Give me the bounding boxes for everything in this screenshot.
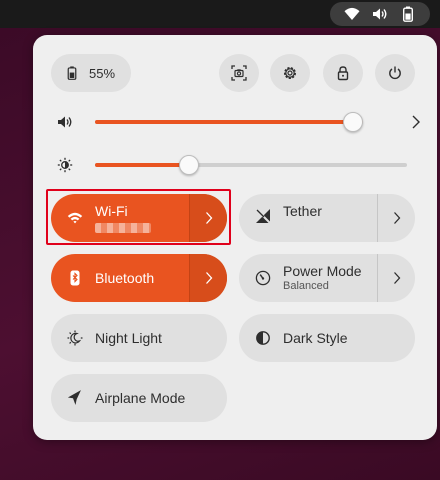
- chevron-right-icon: [393, 272, 400, 284]
- top-bar: [0, 0, 440, 28]
- battery-indicator[interactable]: 55%: [51, 54, 131, 92]
- bluetooth-tile-title: Bluetooth: [95, 269, 155, 286]
- night-light-tile-title: Night Light: [95, 329, 162, 346]
- bluetooth-toggle[interactable]: Bluetooth: [51, 254, 189, 302]
- battery-icon: [67, 66, 77, 80]
- wifi-tile-title: Wi-Fi: [95, 203, 128, 219]
- dark-style-tile[interactable]: Dark Style: [239, 314, 415, 362]
- wifi-icon: [67, 212, 83, 224]
- airplane-icon: [67, 390, 81, 406]
- settings-button[interactable]: [270, 54, 310, 92]
- wifi-toggle[interactable]: Wi-Fi: [51, 194, 189, 242]
- night-light-icon: [67, 330, 83, 346]
- wifi-tile: Wi-Fi: [51, 194, 227, 242]
- quick-settings-panel: 55% Wi-Fi Tether Bluetooth Power Mode Ba…: [33, 35, 437, 440]
- lock-icon: [337, 66, 349, 81]
- power-icon: [389, 66, 401, 80]
- brightness-icon: [57, 157, 73, 173]
- volume-slider-fill: [95, 120, 363, 124]
- night-light-toggle[interactable]: Night Light: [51, 314, 227, 362]
- dark-style-icon: [256, 331, 270, 345]
- brightness-slider[interactable]: [95, 155, 407, 175]
- chevron-right-icon[interactable]: [409, 113, 423, 131]
- bluetooth-menu-button[interactable]: [189, 254, 227, 302]
- volume-slider[interactable]: [95, 112, 363, 132]
- lock-button[interactable]: [323, 54, 363, 92]
- night-light-tile[interactable]: Night Light: [51, 314, 227, 362]
- tether-toggle[interactable]: Tether: [239, 194, 377, 242]
- dark-style-tile-title: Dark Style: [283, 329, 348, 346]
- battery-percent: 55%: [89, 65, 116, 81]
- chevron-right-icon: [393, 212, 400, 224]
- signal-off-icon: [255, 208, 271, 224]
- tether-menu-button[interactable]: [377, 194, 415, 242]
- brightness-slider-row: [57, 153, 413, 177]
- brightness-slider-knob[interactable]: [178, 155, 199, 175]
- system-tray[interactable]: [330, 2, 430, 26]
- volume-slider-row: [57, 110, 420, 134]
- power-mode-tile-subtitle: Balanced: [283, 280, 329, 292]
- power-mode-tile: Power Mode Balanced: [239, 254, 415, 302]
- screenshot-icon: [231, 65, 247, 81]
- chevron-right-icon: [205, 212, 212, 224]
- power-button[interactable]: [375, 54, 415, 92]
- chevron-right-icon: [205, 272, 212, 284]
- wifi-network-name-redacted: [95, 223, 151, 233]
- gear-icon: [284, 67, 296, 79]
- power-mode-toggle[interactable]: Power Mode Balanced: [239, 254, 377, 302]
- bluetooth-icon: [70, 270, 80, 286]
- volume-slider-knob[interactable]: [343, 112, 363, 132]
- power-mode-menu-button[interactable]: [377, 254, 415, 302]
- volume-icon: [373, 8, 387, 20]
- bluetooth-tile: Bluetooth: [51, 254, 227, 302]
- volume-icon: [58, 116, 72, 128]
- power-mode-tile-title: Power Mode: [283, 263, 362, 279]
- wifi-icon: [344, 7, 360, 20]
- wifi-menu-button[interactable]: [189, 194, 227, 242]
- battery-icon: [403, 6, 414, 22]
- tether-tile-title: Tether: [283, 203, 322, 219]
- airplane-mode-tile-title: Airplane Mode: [95, 389, 186, 406]
- tether-tile: Tether: [239, 194, 415, 242]
- brightness-slider-fill: [95, 163, 189, 167]
- screenshot-button[interactable]: [219, 54, 259, 92]
- speedometer-icon: [255, 270, 271, 286]
- airplane-mode-tile[interactable]: Airplane Mode: [51, 374, 227, 422]
- airplane-mode-toggle[interactable]: Airplane Mode: [51, 374, 227, 422]
- dark-style-toggle[interactable]: Dark Style: [239, 314, 415, 362]
